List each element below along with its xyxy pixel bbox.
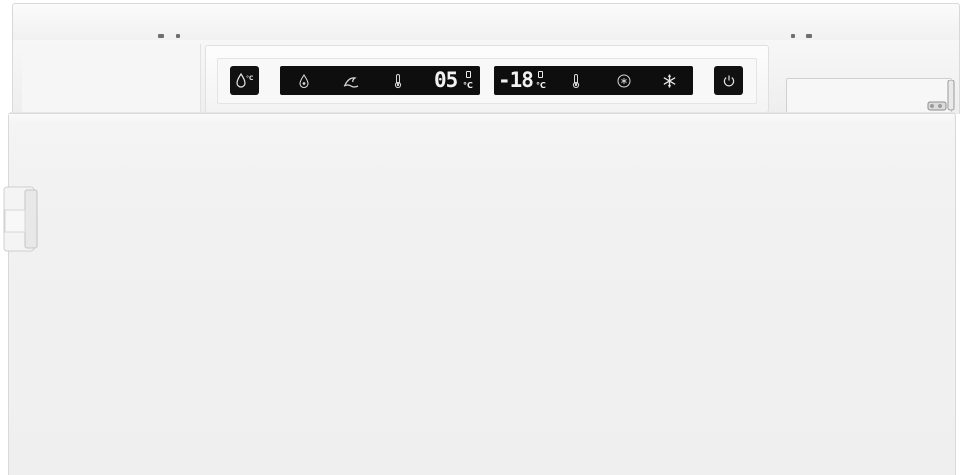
top-hinge-mark-right-2 (806, 34, 812, 38)
top-cover (12, 3, 960, 41)
holiday-icon[interactable] (343, 73, 359, 89)
button-unit-label: °C (246, 75, 254, 82)
snowflake-icon[interactable] (662, 73, 677, 89)
fast-freeze-icon[interactable] (616, 73, 632, 89)
freezer-temperature: -18 (498, 68, 534, 92)
fridge-unit: °C (463, 81, 473, 90)
strip-left-panel (22, 44, 201, 112)
fridge-display: 05 °C (280, 66, 480, 95)
appliance-door[interactable] (8, 113, 956, 475)
top-hinge-mark-left-2 (176, 34, 180, 38)
power-icon (723, 75, 734, 86)
drop-celsius-icon: °C (235, 72, 254, 88)
appliance: °C 05 °C -18 °C (0, 0, 960, 475)
hinge-bracket (927, 80, 955, 111)
top-hinge-mark-right (791, 34, 795, 38)
thermometer-icon[interactable] (569, 73, 583, 89)
top-hinge-mark-left (158, 34, 164, 38)
power-button[interactable] (714, 66, 743, 95)
drop-icon[interactable] (297, 73, 311, 89)
door-edge-highlight (9, 114, 953, 124)
fridge-temperature: 05 (434, 68, 458, 92)
door-handle[interactable] (3, 186, 39, 254)
fridge-lock-indicator (466, 71, 471, 78)
freezer-unit: °C (536, 81, 546, 90)
thermometer-icon[interactable] (391, 73, 405, 89)
freezer-display: -18 °C (494, 66, 693, 95)
temperature-mode-button[interactable]: °C (230, 66, 259, 95)
freezer-lock-indicator (538, 71, 543, 78)
